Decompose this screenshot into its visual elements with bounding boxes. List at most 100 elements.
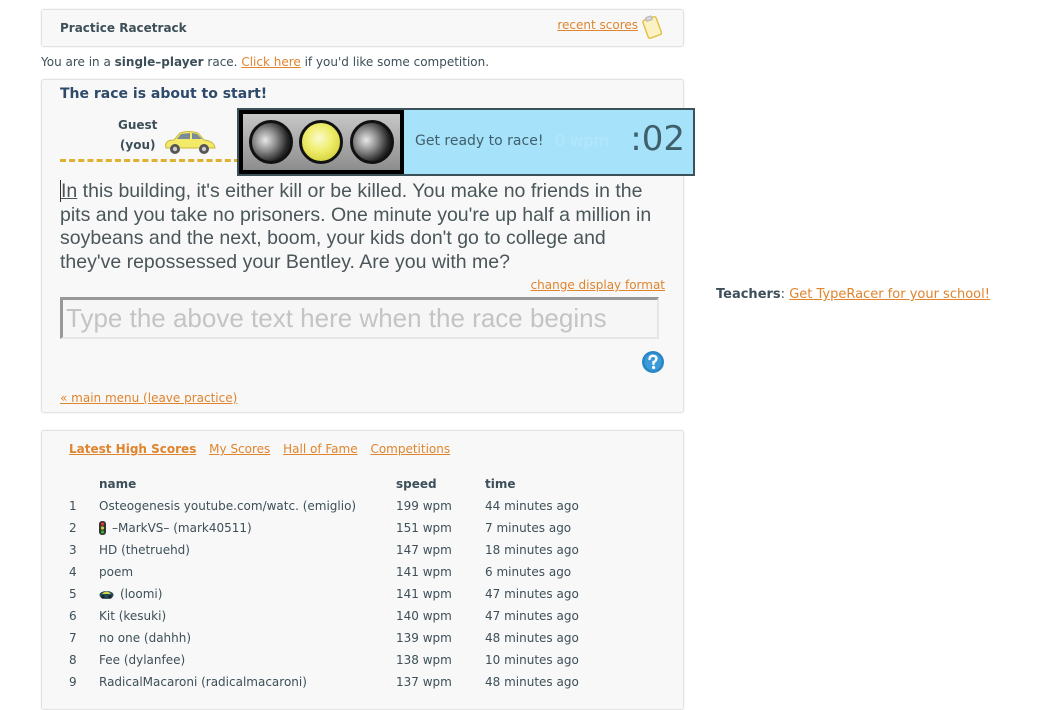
score-rank: 7 xyxy=(69,631,77,645)
tab-my-scores[interactable]: My Scores xyxy=(209,442,270,456)
teachers-promo: Teachers: Get TypeRacer for your school! xyxy=(716,287,990,302)
current-word: In xyxy=(60,180,78,202)
score-name-cell: Kit (kesuki) xyxy=(99,605,396,627)
car-badge-icon xyxy=(99,587,120,601)
score-name-cell: no one (dahhh) xyxy=(99,627,396,649)
table-row: 2 –MarkVS– (mark40511) 151 wpm 7 minutes ag… xyxy=(60,517,635,539)
score-name-cell: –MarkVS– (mark40511) xyxy=(99,517,396,539)
score-name: (loomi) xyxy=(120,587,163,601)
score-rank: 6 xyxy=(69,609,77,623)
score-name-cell: HD (thetruehd) xyxy=(99,539,396,561)
car-icon xyxy=(165,131,216,154)
tab-competitions[interactable]: Competitions xyxy=(370,442,450,456)
score-name-cell: Osteogenesis youtube.com/watc. (emiglio) xyxy=(99,495,396,517)
score-name-cell: RadicalMacaroni (radicalmacaroni) xyxy=(99,671,396,693)
score-rank: 2 xyxy=(69,521,77,535)
score-time: 48 minutes ago xyxy=(485,631,579,645)
typeracer-for-schools-link[interactable]: Get TypeRacer for your school! xyxy=(789,287,990,302)
score-rank: 5 xyxy=(69,587,77,601)
score-time: 47 minutes ago xyxy=(485,587,579,601)
countdown-timer: :02 xyxy=(630,119,685,159)
table-header-row: name speed time xyxy=(60,473,635,495)
score-rank: 1 xyxy=(69,499,77,513)
score-name: RadicalMacaroni (radicalmacaroni) xyxy=(99,675,307,689)
column-header-speed: speed xyxy=(396,477,437,491)
scores-table: name speed time 1 Osteogenesis youtube.co… xyxy=(60,473,635,693)
score-time: 7 minutes ago xyxy=(485,521,572,535)
score-speed: 139 wpm xyxy=(396,631,452,645)
score-name: HD (thetruehd) xyxy=(99,543,190,557)
score-name: Fee (dylanfee) xyxy=(99,653,186,667)
score-name: poem xyxy=(99,565,134,579)
page-title: Practice Racetrack xyxy=(60,21,187,35)
table-row: 1 Osteogenesis youtube.com/watc. (emiglio… xyxy=(60,495,635,517)
main-menu-link[interactable]: « main menu (leave practice) xyxy=(60,391,237,405)
table-row: 3 HD (thetruehd) 147 wpm 18 minutes ago xyxy=(60,539,635,561)
racer-tag: (you) xyxy=(119,138,156,152)
score-name-cell: poem xyxy=(99,561,396,583)
remaining-text: this building, it's either kill or be ki… xyxy=(60,180,652,273)
wpm-readout: 0 wpm xyxy=(555,131,610,150)
countdown-popup: Get ready to race! 0 wpm :02 xyxy=(237,108,695,176)
score-speed: 151 wpm xyxy=(396,521,452,535)
score-speed: 141 wpm xyxy=(396,565,452,579)
recent-scores-link[interactable]: recent scores xyxy=(557,18,638,32)
score-speed: 141 wpm xyxy=(396,587,452,601)
table-row: 5 (loomi) 141 wpm 47 minutes ago xyxy=(60,583,635,605)
traffic-light-yellow-bulb xyxy=(299,120,344,164)
competition-link[interactable]: Click here xyxy=(241,55,300,69)
score-time: 18 minutes ago xyxy=(485,543,579,557)
scores-panel: Latest High Scores My Scores Hall of Fam… xyxy=(41,430,684,710)
traffic-light-icon xyxy=(99,521,112,536)
table-row: 8 Fee (dylanfee) 138 wpm 10 minutes ago xyxy=(60,649,635,671)
score-time: 6 minutes ago xyxy=(485,565,572,579)
score-rank: 4 xyxy=(69,565,77,579)
change-display-format-link[interactable]: change display format xyxy=(531,278,665,292)
score-speed: 138 wpm xyxy=(396,653,452,667)
header-panel: Practice Racetrack recent scores xyxy=(41,9,684,47)
traffic-light xyxy=(239,110,404,174)
traffic-light-green-bulb xyxy=(349,120,394,164)
teachers-label: Teachers xyxy=(716,287,781,302)
score-name: Osteogenesis youtube.com/watc. (emiglio) xyxy=(99,499,357,513)
question-icon[interactable] xyxy=(641,350,665,374)
score-speed: 147 wpm xyxy=(396,543,452,557)
score-rank: 9 xyxy=(69,675,77,689)
table-row: 9 RadicalMacaroni (radicalmacaroni) 137 wp… xyxy=(60,671,635,693)
score-name: –MarkVS– (mark40511) xyxy=(112,520,252,535)
score-tabs: Latest High Scores My Scores Hall of Fam… xyxy=(69,442,459,456)
mode-notice-middle: race. xyxy=(203,55,242,69)
clipboard-icon[interactable] xyxy=(641,14,663,40)
score-speed: 137 wpm xyxy=(396,675,452,689)
score-time: 44 minutes ago xyxy=(485,499,579,513)
table-row: 7 no one (dahhh) 139 wpm 48 minutes ago xyxy=(60,627,635,649)
score-time: 10 minutes ago xyxy=(485,653,579,667)
ready-message: Get ready to race! xyxy=(415,133,544,149)
score-rank: 8 xyxy=(69,653,77,667)
score-name: Kit (kesuki) xyxy=(99,609,167,623)
score-time: 48 minutes ago xyxy=(485,675,579,689)
mode-notice-suffix: if you'd like some competition. xyxy=(300,55,490,69)
mode-notice-prefix: You are in a xyxy=(41,55,115,69)
race-status-heading: The race is about to start! xyxy=(60,86,268,102)
score-rank: 3 xyxy=(69,543,77,557)
tab-latest-high-scores[interactable]: Latest High Scores xyxy=(69,442,196,456)
teachers-separator: : xyxy=(780,287,790,302)
racer-name: Guest xyxy=(118,118,158,132)
score-speed: 140 wpm xyxy=(396,609,452,623)
tab-hall-of-fame[interactable]: Hall of Fame xyxy=(283,442,357,456)
typing-input[interactable] xyxy=(60,297,659,339)
mode-notice: You are in a single–player race. Click h… xyxy=(41,55,489,69)
column-header-rank xyxy=(60,473,99,495)
race-track-line xyxy=(60,159,240,162)
score-name-cell: (loomi) xyxy=(99,583,396,605)
table-row: 4 poem 141 wpm 6 minutes ago xyxy=(60,561,635,583)
race-text: In this building, it's either kill or be… xyxy=(60,180,670,274)
score-name-cell: Fee (dylanfee) xyxy=(99,649,396,671)
column-header-time: time xyxy=(485,477,516,491)
mode-name: single–player xyxy=(114,55,204,69)
score-time: 47 minutes ago xyxy=(485,609,579,623)
table-row: 6 Kit (kesuki) 140 wpm 47 minutes ago xyxy=(60,605,635,627)
racer-label: Guest (you) xyxy=(118,115,157,155)
traffic-light-red-bulb xyxy=(249,120,294,164)
